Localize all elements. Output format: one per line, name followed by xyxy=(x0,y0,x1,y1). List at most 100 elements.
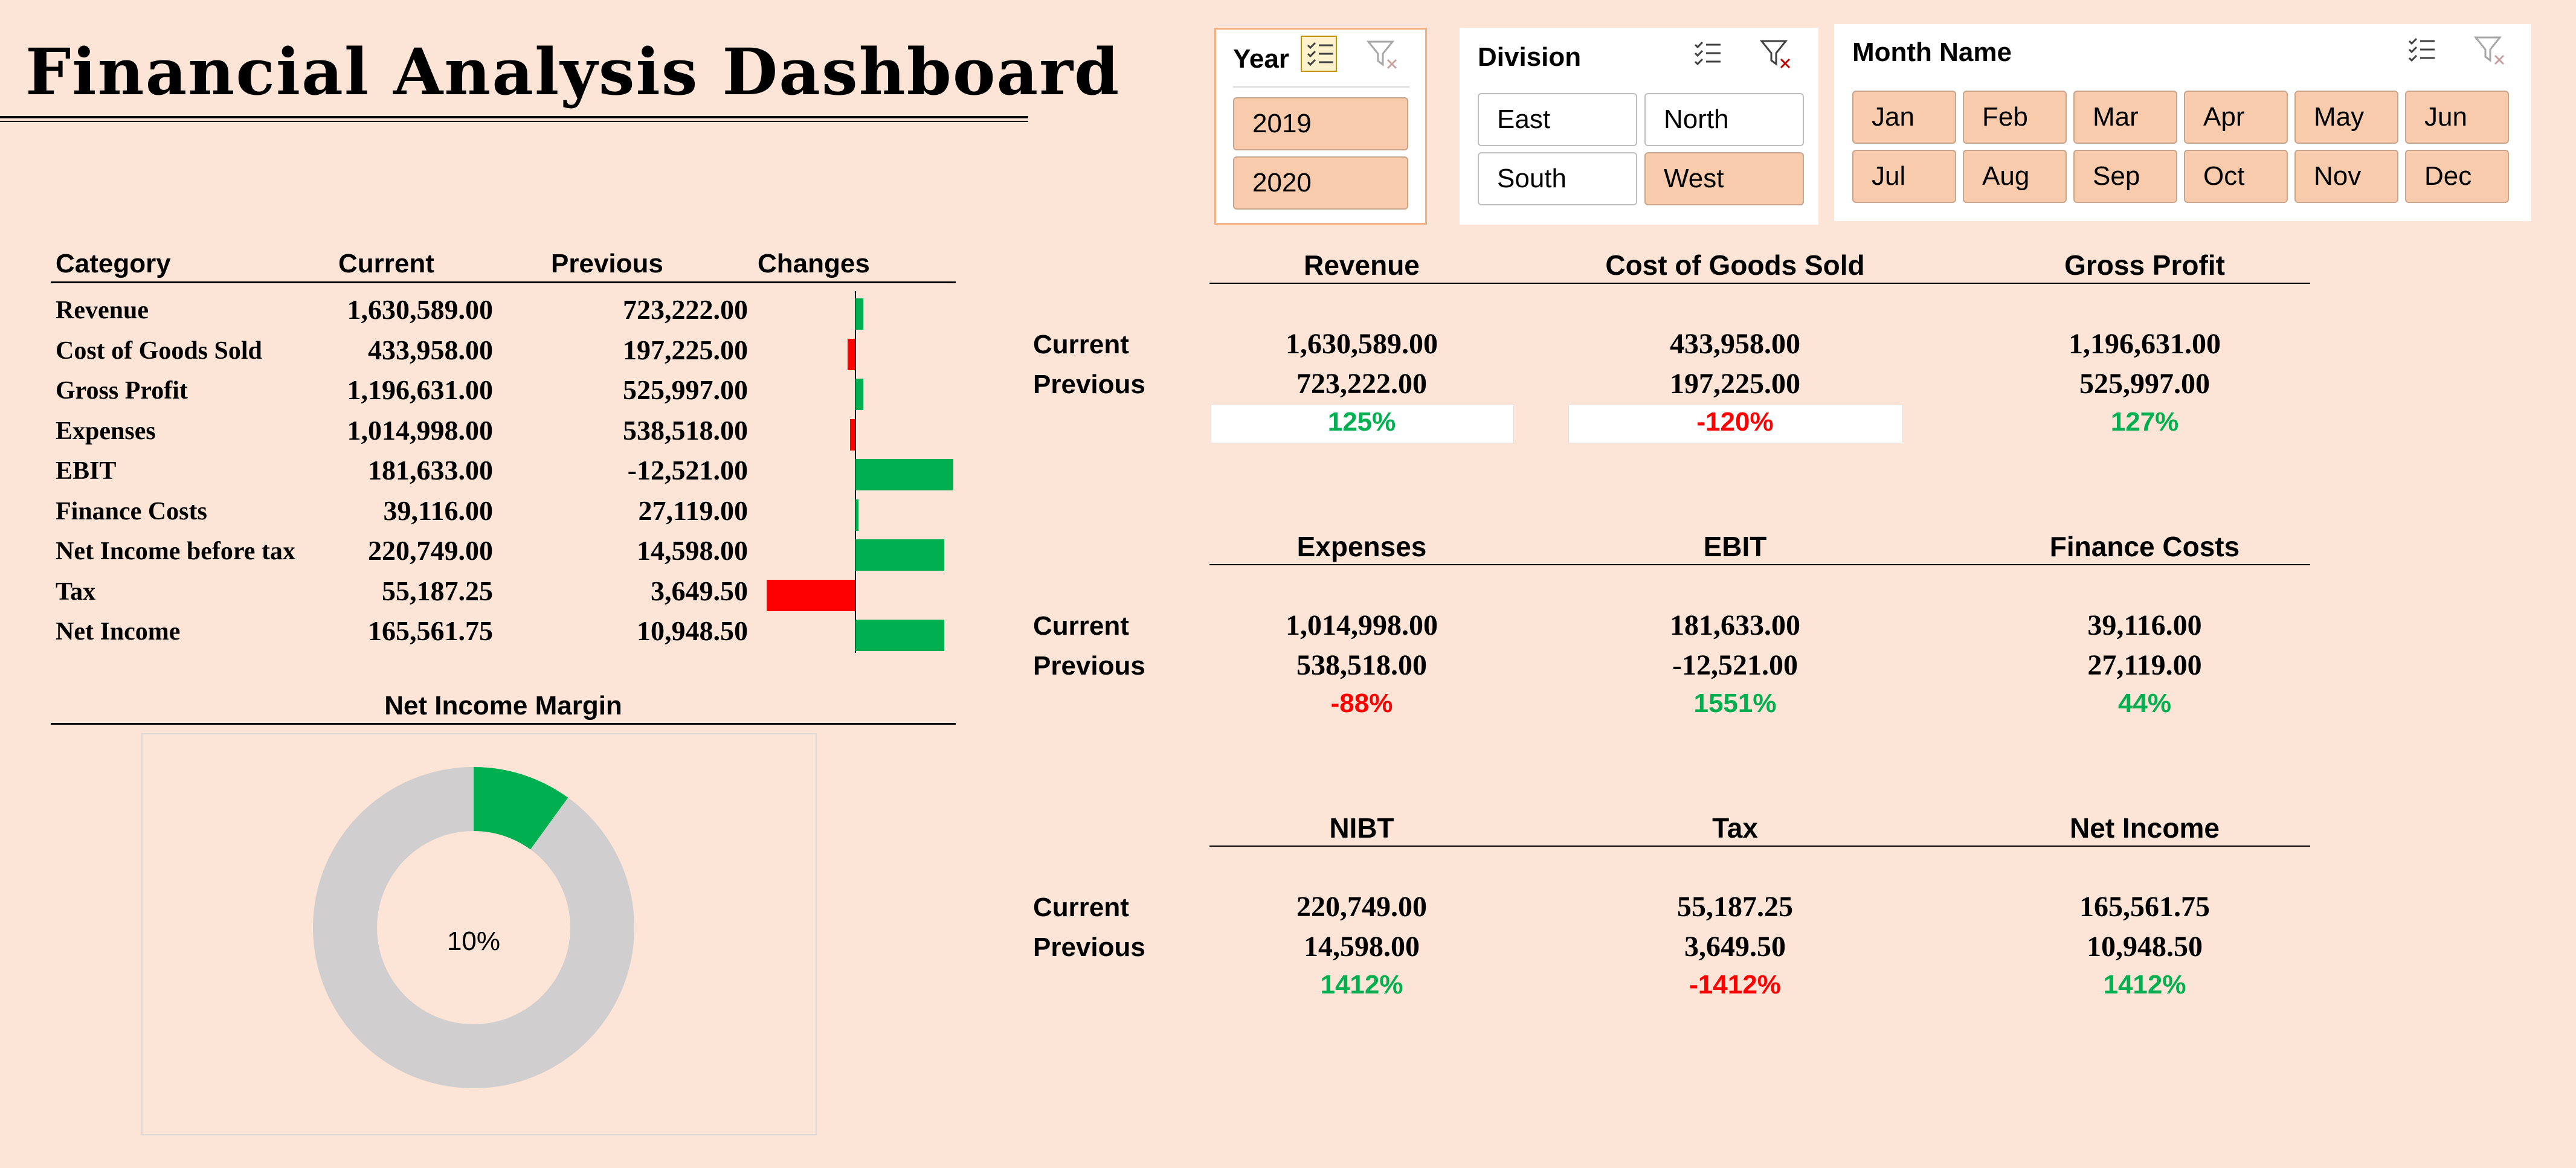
slicer-item-2019[interactable]: 2019 xyxy=(1233,97,1408,150)
title-underline-thin xyxy=(0,121,1028,122)
header-previous: Previous xyxy=(551,249,663,278)
row-current: 433,958.00 xyxy=(368,334,493,365)
table-row: EBIT 181,633.00 -12,521.00 xyxy=(0,453,967,493)
row-previous: 3,649.50 xyxy=(651,575,748,606)
kpi-title: Gross Profit xyxy=(2064,249,2225,281)
table-header-rule xyxy=(51,281,956,283)
row-category: Expenses xyxy=(56,417,156,445)
year-slicer: Year 2019 2020 xyxy=(1214,28,1427,225)
kpi-change: -1412% xyxy=(1689,970,1781,1000)
slicer-item-nov[interactable]: Nov xyxy=(2294,150,2398,203)
current-label: Current xyxy=(1033,611,1129,641)
kpi-title: Net Income xyxy=(2070,812,2220,844)
row-previous: 197,225.00 xyxy=(623,334,748,365)
slicer-item-mar[interactable]: Mar xyxy=(2073,91,2177,144)
slicer-item-feb[interactable]: Feb xyxy=(1963,91,2067,144)
slicer-item-jun[interactable]: Jun xyxy=(2405,91,2509,144)
multi-select-icon[interactable] xyxy=(1689,36,1725,72)
clear-filter-icon[interactable] xyxy=(2472,33,2508,69)
multi-select-icon[interactable] xyxy=(1301,36,1337,72)
row-previous: -12,521.00 xyxy=(627,455,748,486)
row-previous: 10,948.50 xyxy=(637,615,748,646)
slicer-item-apr[interactable]: Apr xyxy=(2184,91,2288,144)
slicer-item-sep[interactable]: Sep xyxy=(2073,150,2177,203)
table-row: Expenses 1,014,998.00 538,518.00 xyxy=(0,413,967,454)
change-bar xyxy=(855,379,864,410)
change-bar xyxy=(855,499,858,531)
donut-center-label: 10% xyxy=(446,926,501,956)
clear-filter-icon[interactable] xyxy=(1365,37,1401,73)
year-slicer-header: Year xyxy=(1233,44,1289,74)
header-changes: Changes xyxy=(758,249,870,278)
row-current: 220,749.00 xyxy=(368,535,493,566)
row-previous: 27,119.00 xyxy=(638,495,748,526)
current-label: Current xyxy=(1033,330,1129,359)
kpi-change: 125% xyxy=(1327,407,1396,437)
kpi-current: 1,014,998.00 xyxy=(1286,609,1438,641)
kpi-title: EBIT xyxy=(1703,531,1767,562)
donut-title-rule xyxy=(51,723,956,725)
kpi-previous: 197,225.00 xyxy=(1670,368,1800,400)
slicer-item-jan[interactable]: Jan xyxy=(1852,91,1956,144)
table-row: Net Income 165,561.75 10,948.50 xyxy=(0,614,967,654)
row-previous: 14,598.00 xyxy=(637,535,748,566)
kpi-current: 433,958.00 xyxy=(1670,328,1800,360)
table-row: Net Income before tax 220,749.00 14,598.00 xyxy=(0,533,967,574)
kpi-title: Tax xyxy=(1712,812,1758,844)
row-category: Net Income before tax xyxy=(56,537,295,565)
slicer-item-jul[interactable]: Jul xyxy=(1852,150,1956,203)
kpi-current: 181,633.00 xyxy=(1670,609,1800,641)
header-current: Current xyxy=(338,249,434,278)
kpi-change: 127% xyxy=(2110,407,2179,437)
row-category: Cost of Goods Sold xyxy=(56,336,262,365)
kpi-change: -120% xyxy=(1696,407,1774,437)
row-category: Net Income xyxy=(56,618,181,646)
donut-title: Net Income Margin xyxy=(384,691,622,720)
dashboard-title: Financial Analysis Dashboard xyxy=(25,34,1121,109)
previous-label: Previous xyxy=(1033,651,1145,681)
kpi-previous: 10,948.50 xyxy=(2087,931,2203,963)
month-slicer-header: Month Name xyxy=(1852,37,2012,67)
slicer-item-west[interactable]: West xyxy=(1644,152,1804,205)
slicer-item-aug[interactable]: Aug xyxy=(1963,150,2067,203)
kpi-change: 1551% xyxy=(1693,688,1777,718)
kpi-previous: 723,222.00 xyxy=(1296,368,1427,400)
kpi-header-rule xyxy=(1209,564,2310,565)
multi-select-icon[interactable] xyxy=(2403,33,2439,69)
division-slicer-header: Division xyxy=(1478,42,1582,72)
kpi-previous: 3,649.50 xyxy=(1684,931,1786,963)
slicer-item-dec[interactable]: Dec xyxy=(2405,150,2509,203)
kpi-current: 55,187.25 xyxy=(1677,891,1793,923)
clear-filter-icon[interactable] xyxy=(1758,36,1794,72)
row-previous: 525,997.00 xyxy=(623,374,748,405)
kpi-title: Expenses xyxy=(1296,531,1427,562)
kpi-current: 1,630,589.00 xyxy=(1286,328,1438,360)
slicer-item-east[interactable]: East xyxy=(1478,93,1637,146)
row-category: Tax xyxy=(56,577,96,606)
kpi-title: Revenue xyxy=(1304,249,1420,281)
kpi-previous: 538,518.00 xyxy=(1296,649,1427,681)
change-bar xyxy=(855,459,953,490)
kpi-previous: 27,119.00 xyxy=(2087,649,2202,681)
kpi-previous: 525,997.00 xyxy=(2079,368,2210,400)
kpi-current: 165,561.75 xyxy=(2079,891,2210,923)
row-current: 1,630,589.00 xyxy=(347,294,494,325)
change-bar xyxy=(855,298,864,330)
previous-label: Previous xyxy=(1033,370,1145,399)
title-underline xyxy=(0,116,1028,118)
kpi-previous: -12,521.00 xyxy=(1672,649,1798,681)
slicer-item-south[interactable]: South xyxy=(1478,152,1637,205)
slicer-item-may[interactable]: May xyxy=(2294,91,2398,144)
kpi-current: 1,196,631.00 xyxy=(2069,328,2221,360)
kpi-change: 1412% xyxy=(2103,970,2186,1000)
row-current: 1,196,631.00 xyxy=(347,374,494,405)
kpi-change: 44% xyxy=(2117,688,2172,718)
slicer-item-north[interactable]: North xyxy=(1644,93,1804,146)
slicer-item-2020[interactable]: 2020 xyxy=(1233,156,1408,210)
kpi-header-rule xyxy=(1209,846,2310,847)
slicer-item-oct[interactable]: Oct xyxy=(2184,150,2288,203)
row-category: Gross Profit xyxy=(56,377,188,405)
table-row: Gross Profit 1,196,631.00 525,997.00 xyxy=(0,373,967,413)
row-category: Finance Costs xyxy=(56,497,207,525)
change-bar xyxy=(849,419,855,451)
